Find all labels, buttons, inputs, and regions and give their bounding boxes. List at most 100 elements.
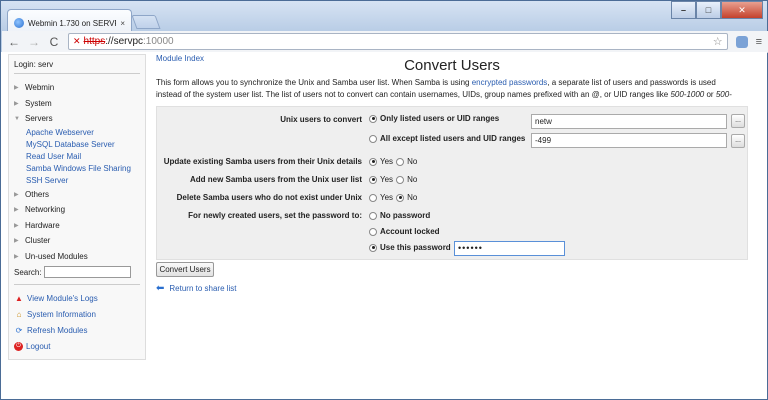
- link-label: View Module's Logs: [27, 293, 98, 303]
- account-locked-option[interactable]: Account locked: [369, 227, 440, 236]
- search-input[interactable]: [43, 266, 131, 278]
- category-label: Hardware: [25, 220, 60, 230]
- description-text: This form allows you to synchronize the …: [156, 78, 472, 87]
- delete-yes-radio[interactable]: [369, 193, 377, 202]
- use-password-option[interactable]: Use this password: [369, 243, 451, 252]
- minimize-button[interactable]: –: [671, 1, 696, 19]
- sidebar-item-samba[interactable]: Samba Windows File Sharing: [14, 163, 140, 175]
- category-label: Un-used Modules: [25, 251, 88, 261]
- add-yes-radio[interactable]: [369, 175, 377, 184]
- tab-strip: Webmin 1.730 on SERVPC × – □ ✕: [1, 1, 768, 32]
- back-arrow-icon: ⬅: [156, 283, 165, 294]
- only-listed-radio[interactable]: [369, 114, 377, 123]
- sidebar-category-unused-modules[interactable]: ▶ Un-used Modules: [14, 249, 140, 265]
- link-label: Logout: [26, 341, 51, 351]
- no-password-radio[interactable]: [369, 211, 377, 220]
- reload-icon[interactable]: C: [48, 35, 60, 49]
- description-line-2: instead of the system user list. The lis…: [156, 89, 756, 101]
- sidebar-category-webmin[interactable]: ▶ Webmin: [14, 80, 140, 96]
- password-input[interactable]: ••••••: [454, 241, 565, 256]
- sidebar-item-read-user-mail[interactable]: Read User Mail: [14, 151, 140, 163]
- only-listed-input[interactable]: netw: [531, 114, 727, 129]
- no-password-label: No password: [380, 211, 431, 220]
- expand-triangle-icon: ▶: [14, 207, 19, 214]
- use-password-radio[interactable]: [369, 243, 377, 252]
- all-except-input[interactable]: -499: [531, 133, 727, 148]
- webmin-favicon-icon: [14, 18, 24, 28]
- convert-users-button[interactable]: Convert Users: [156, 262, 214, 277]
- return-link-row[interactable]: ⬅ Return to share list: [156, 283, 237, 294]
- url-scheme: https: [83, 36, 106, 47]
- only-listed-picker-button[interactable]: ...: [731, 114, 745, 128]
- browser-tab[interactable]: Webmin 1.730 on SERVPC ×: [7, 9, 132, 32]
- page-content: Login: serv ▶ Webmin ▶ System ▼ Servers Apa…: [1, 52, 767, 399]
- sidebar-category-networking[interactable]: ▶ Networking: [14, 202, 140, 218]
- refresh-icon: ⟳: [15, 325, 23, 335]
- sidebar-category-servers[interactable]: ▼ Servers: [14, 111, 140, 127]
- insecure-lock-icon[interactable]: ✕: [73, 36, 81, 47]
- update-existing-label: Update existing Samba users from their U…: [163, 157, 362, 166]
- forward-arrow-icon[interactable]: →: [28, 35, 40, 49]
- search-label: Search:: [14, 267, 42, 277]
- category-label: Webmin: [25, 83, 55, 93]
- expand-triangle-icon: ▶: [14, 253, 19, 260]
- tab-title: Webmin 1.730 on SERVPC: [28, 18, 117, 28]
- logout-link[interactable]: ⏻ Logout: [14, 338, 140, 354]
- add-new-label: Add new Samba users from the Unix user l…: [189, 175, 362, 184]
- yes-label: Yes: [380, 193, 394, 202]
- sidebar-category-system[interactable]: ▶ System: [14, 96, 140, 112]
- refresh-modules-link[interactable]: ⟳ Refresh Modules: [14, 322, 140, 338]
- update-existing-options: Yes No: [369, 157, 417, 166]
- chrome-menu-icon[interactable]: ≡: [756, 36, 762, 48]
- view-module-logs-link[interactable]: ▲ View Module's Logs: [14, 290, 140, 306]
- category-label: Cluster: [25, 236, 51, 246]
- sidebar-item-apache[interactable]: Apache Webserver: [14, 127, 140, 139]
- no-password-option[interactable]: No password: [369, 211, 430, 220]
- only-listed-option[interactable]: Only listed users or UID ranges: [369, 114, 499, 123]
- update-yes-radio[interactable]: [369, 157, 377, 166]
- description-text: or: [704, 90, 716, 99]
- delete-users-label: Delete Samba users who do not exist unde…: [176, 193, 362, 202]
- delete-no-radio[interactable]: [396, 193, 405, 202]
- expand-triangle-icon: ▶: [14, 222, 19, 229]
- no-label: No: [407, 193, 418, 202]
- link-label: Refresh Modules: [27, 325, 88, 335]
- expand-triangle-icon: ▶: [14, 85, 19, 92]
- account-locked-radio[interactable]: [369, 227, 377, 236]
- url-port: :10000: [143, 36, 174, 47]
- sidebar-item-mysql[interactable]: MySQL Database Server: [14, 139, 140, 151]
- return-to-share-list-link[interactable]: Return to share list: [169, 284, 236, 293]
- address-bar[interactable]: ✕ https://servpc:10000 ☆: [68, 33, 728, 50]
- back-arrow-icon[interactable]: ←: [8, 35, 20, 49]
- tab-close-icon[interactable]: ×: [120, 19, 125, 28]
- all-except-label: All except listed users and UID ranges: [380, 134, 526, 143]
- warning-icon: ▲: [15, 293, 23, 303]
- sidebar-divider: [14, 284, 140, 285]
- sidebar-item-ssh[interactable]: SSH Server: [14, 175, 140, 187]
- system-information-link[interactable]: ⌂ System Information: [14, 306, 140, 322]
- category-label: Networking: [25, 205, 66, 215]
- all-except-option[interactable]: All except listed users and UID ranges: [369, 134, 525, 143]
- password-setting-label: For newly created users, set the passwor…: [188, 211, 362, 220]
- sidebar-category-hardware[interactable]: ▶ Hardware: [14, 218, 140, 234]
- extension-icon[interactable]: [735, 35, 748, 48]
- expand-triangle-icon: ▶: [14, 238, 19, 245]
- new-tab-button[interactable]: [131, 15, 161, 29]
- maximize-button[interactable]: □: [696, 1, 721, 19]
- category-label: System: [25, 98, 52, 108]
- sidebar-category-cluster[interactable]: ▶ Cluster: [14, 233, 140, 249]
- convert-users-form: Unix users to convert Only listed users …: [156, 106, 748, 260]
- collapse-triangle-icon: ▼: [14, 115, 20, 122]
- all-except-radio[interactable]: [369, 134, 377, 143]
- all-except-picker-button[interactable]: ...: [731, 134, 745, 148]
- use-password-label: Use this password: [380, 243, 451, 252]
- description-text: instead of the system user list. The lis…: [156, 90, 671, 99]
- close-window-button[interactable]: ✕: [721, 1, 763, 19]
- only-listed-label: Only listed users or UID ranges: [380, 114, 500, 123]
- expand-triangle-icon: ▶: [14, 100, 19, 107]
- add-no-radio[interactable]: [396, 175, 405, 184]
- sidebar-category-others[interactable]: ▶ Others: [14, 187, 140, 203]
- encrypted-passwords-link[interactable]: encrypted passwords: [472, 78, 548, 87]
- bookmark-star-icon[interactable]: ☆: [713, 35, 723, 48]
- update-no-radio[interactable]: [396, 157, 405, 166]
